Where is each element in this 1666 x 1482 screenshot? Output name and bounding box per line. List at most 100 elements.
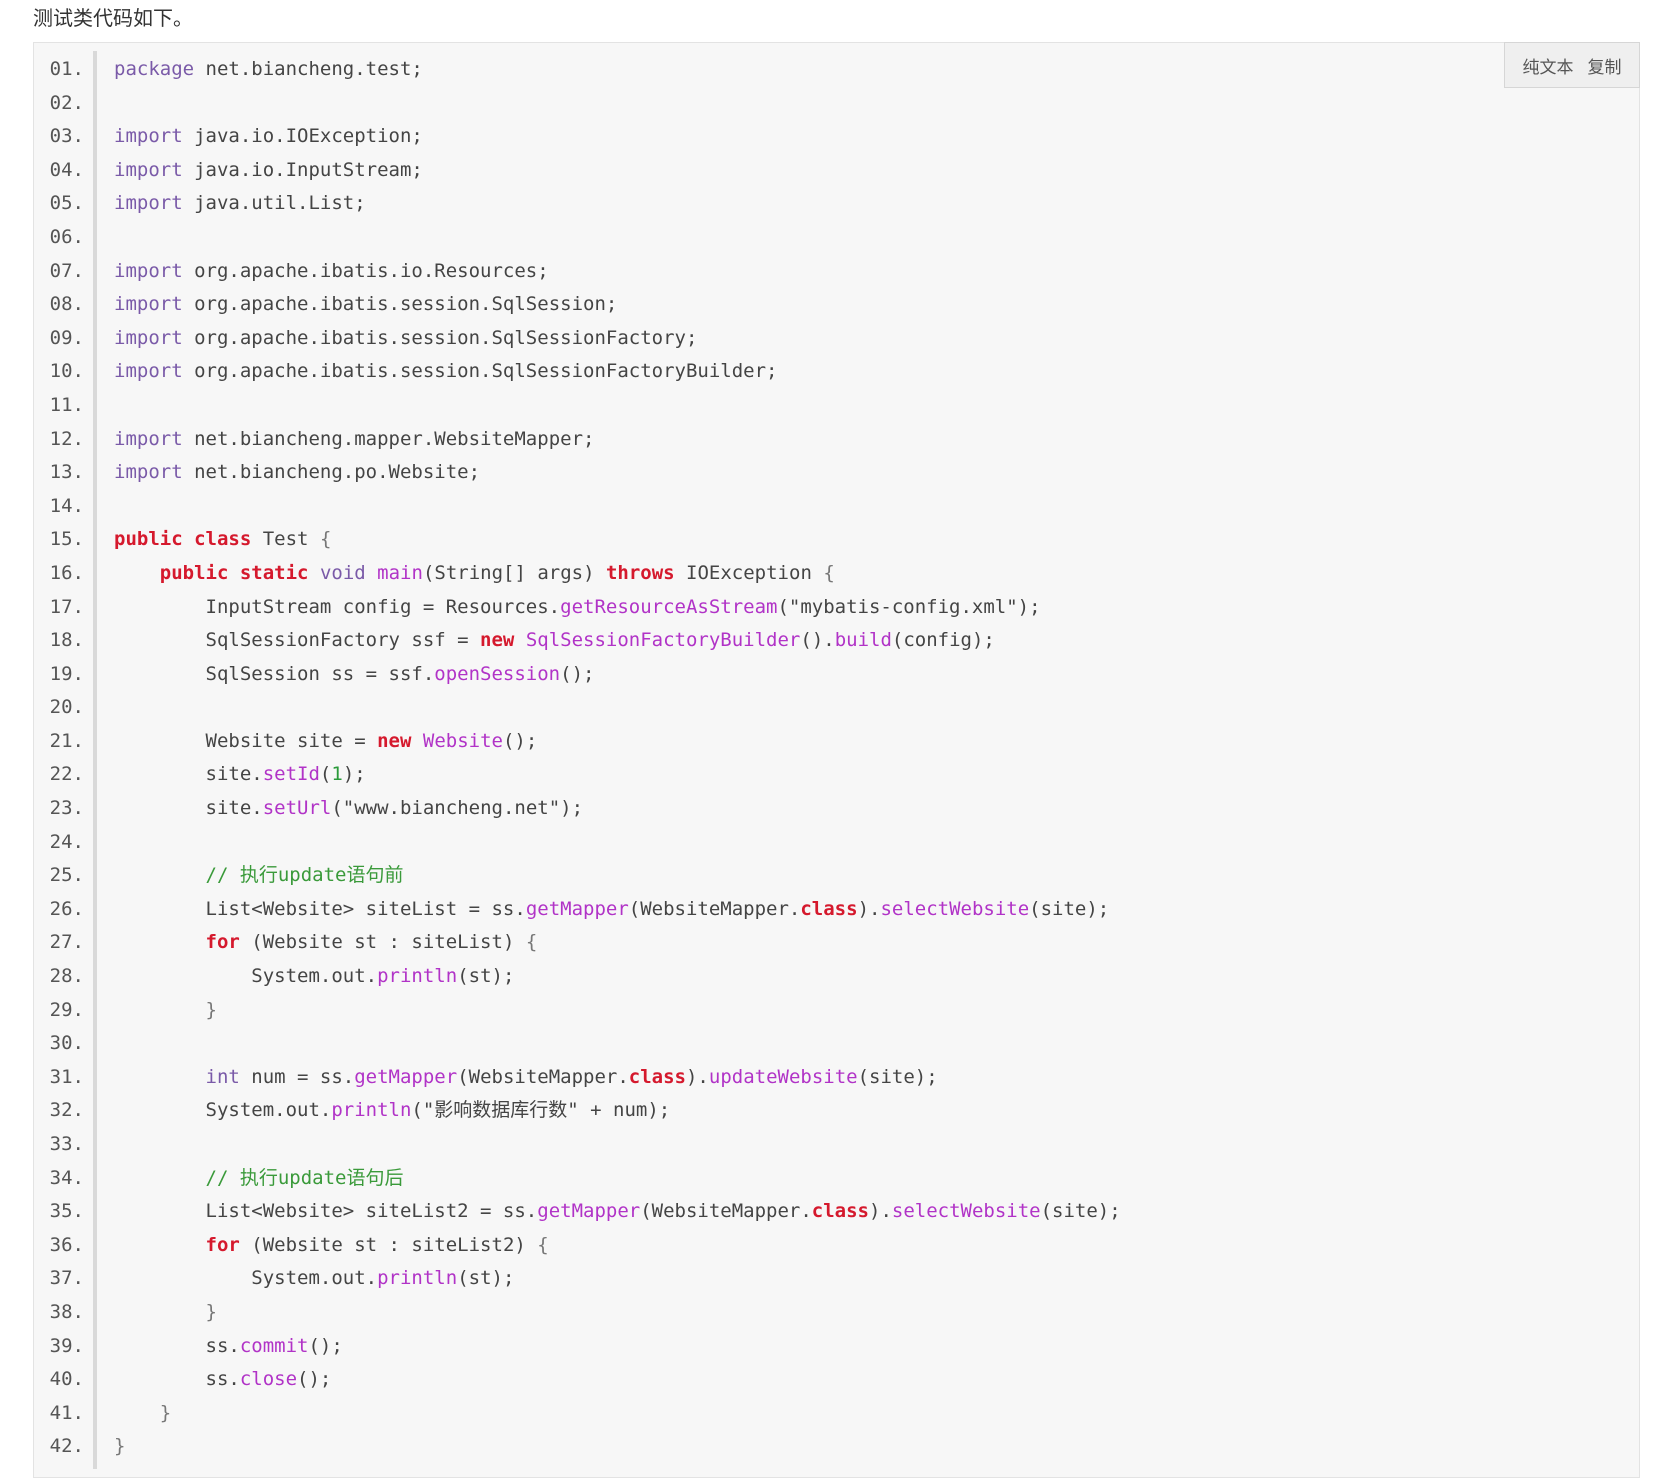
- line-number: 28.: [49, 965, 84, 988]
- code-line: 25. // 执行update语句前: [34, 859, 1639, 893]
- code-text: System.out.println(st);: [114, 1267, 515, 1290]
- code-line: 15. public class Test {: [34, 523, 1639, 557]
- code-line: 28. System.out.println(st);: [34, 960, 1639, 994]
- line-number: 07.: [49, 259, 84, 282]
- code-text: public static void main(String[] args) t…: [159, 561, 835, 584]
- code-line: 27. for (Website st : siteList) {: [34, 926, 1639, 960]
- code-line: 29. }: [34, 994, 1639, 1028]
- code-text: import java.util.List;: [114, 192, 366, 215]
- code-line: 03. import java.io.IOException;: [34, 120, 1639, 154]
- code-line: 13. import net.biancheng.po.Website;: [34, 456, 1639, 490]
- line-number: 40.: [49, 1368, 84, 1391]
- line-number: 17.: [49, 595, 84, 618]
- line-number: 33.: [49, 1133, 84, 1155]
- line-number: 02.: [49, 91, 84, 114]
- line-number: 35.: [49, 1200, 84, 1223]
- code-text: site.setId(1);: [114, 763, 366, 786]
- code-line: 40. ss.close();: [34, 1363, 1639, 1397]
- code-line: 35. List<Website> siteList2 = ss.getMapp…: [34, 1195, 1639, 1229]
- code-line: 01. package net.biancheng.test;: [34, 53, 1639, 87]
- line-number: 42.: [49, 1435, 84, 1458]
- code-text: InputStream config = Resources.getResour…: [114, 595, 1041, 618]
- code-text: SqlSessionFactory ssf = new SqlSessionFa…: [114, 629, 995, 652]
- code-line: 23. site.setUrl("www.biancheng.net");: [34, 792, 1639, 826]
- code-text: package net.biancheng.test;: [114, 58, 423, 80]
- code-text: }: [205, 998, 217, 1021]
- code-block: 纯文本 复制 01. package net.biancheng.test; 02.…: [33, 42, 1640, 1478]
- code-text: import java.io.InputStream;: [114, 158, 423, 181]
- code-line: 38. }: [34, 1296, 1639, 1330]
- code-text: // 执行update语句前: [205, 864, 404, 887]
- code-text: ss.commit();: [114, 1334, 343, 1357]
- line-number: 10.: [49, 360, 84, 383]
- intro-text: 测试类代码如下。: [33, 6, 193, 30]
- line-number: 41.: [49, 1401, 84, 1424]
- code-text: List<Website> siteList2 = ss.getMapper(W…: [114, 1200, 1121, 1223]
- line-number: 13.: [49, 461, 84, 484]
- code-line: 08. import org.apache.ibatis.session.SqlS…: [34, 288, 1639, 322]
- code-line: 12. import net.biancheng.mapper.WebsiteMa…: [34, 423, 1639, 457]
- line-number: 19.: [49, 662, 84, 685]
- code-line: 18. SqlSessionFactory ssf = new SqlSessi…: [34, 624, 1639, 658]
- code-line: 04. import java.io.InputStream;: [34, 154, 1639, 188]
- line-number: 21.: [49, 729, 84, 752]
- code-text: public class Test {: [114, 528, 332, 551]
- line-number: 15.: [49, 528, 84, 551]
- line-number: 01.: [49, 58, 84, 80]
- code-line: 26. List<Website> siteList = ss.getMappe…: [34, 893, 1639, 927]
- code-text: List<Website> siteList = ss.getMapper(We…: [114, 897, 1110, 920]
- code-line: 31. int num = ss.getMapper(WebsiteMapper…: [34, 1061, 1639, 1095]
- line-number: 05.: [49, 192, 84, 215]
- line-number: 26.: [49, 897, 84, 920]
- line-number: 16.: [49, 561, 84, 584]
- code-text: // 执行update语句后: [205, 1166, 404, 1189]
- code-line: 42.}: [34, 1430, 1639, 1464]
- code-line: 39. ss.commit();: [34, 1330, 1639, 1364]
- code-line: 09. import org.apache.ibatis.session.SqlS…: [34, 322, 1639, 356]
- code-line: 30.: [34, 1027, 1639, 1061]
- line-number: 29.: [49, 998, 84, 1021]
- line-number: 22.: [49, 763, 84, 786]
- code-line: 19. SqlSession ss = ssf.openSession();: [34, 658, 1639, 692]
- code-line: 16. public static void main(String[] arg…: [34, 557, 1639, 591]
- code-text: }: [114, 1435, 126, 1458]
- code-lines: 01. package net.biancheng.test; 02. 03. impo…: [34, 53, 1639, 1464]
- line-number: 08.: [49, 293, 84, 316]
- code-text: }: [205, 1300, 217, 1323]
- code-line: 22. site.setId(1);: [34, 758, 1639, 792]
- line-number: 25.: [49, 864, 84, 887]
- code-text: import org.apache.ibatis.session.SqlSess…: [114, 293, 618, 316]
- line-number: 27.: [49, 931, 84, 954]
- code-text: ss.close();: [114, 1368, 332, 1391]
- code-line: 14.: [34, 490, 1639, 524]
- code-text: import org.apache.ibatis.io.Resources;: [114, 259, 549, 282]
- line-number: 23.: [49, 797, 84, 820]
- code-text: for (Website st : siteList) {: [205, 931, 538, 954]
- line-number: 18.: [49, 629, 84, 652]
- line-number: 38.: [49, 1300, 84, 1323]
- code-line: 41. }: [34, 1397, 1639, 1431]
- code-text: SqlSession ss = ssf.openSession();: [114, 662, 595, 685]
- code-text: for (Website st : siteList2) {: [205, 1233, 549, 1256]
- code-text: site.setUrl("www.biancheng.net");: [114, 797, 584, 820]
- code-text: import net.biancheng.po.Website;: [114, 461, 481, 484]
- code-text: import org.apache.ibatis.session.SqlSess…: [114, 326, 698, 349]
- line-number: 24.: [49, 830, 84, 853]
- code-text: System.out.println(st);: [114, 965, 515, 988]
- line-number: 11.: [49, 393, 84, 416]
- line-number: 32.: [49, 1099, 84, 1122]
- code-line: 32. System.out.println("影响数据库行数" + num);: [34, 1094, 1639, 1128]
- line-number: 34.: [49, 1166, 84, 1189]
- line-number: 14.: [49, 494, 84, 517]
- line-number: 31.: [49, 1065, 84, 1088]
- code-line: 33.: [34, 1128, 1639, 1162]
- code-text: Website site = new Website();: [114, 729, 538, 752]
- code-line: 02.: [34, 87, 1639, 121]
- code-line: 36. for (Website st : siteList2) {: [34, 1229, 1639, 1263]
- code-line: 06.: [34, 221, 1639, 255]
- line-number: 04.: [49, 158, 84, 181]
- line-number: 09.: [49, 326, 84, 349]
- line-number: 36.: [49, 1233, 84, 1256]
- code-line: 37. System.out.println(st);: [34, 1262, 1639, 1296]
- line-number: 12.: [49, 427, 84, 450]
